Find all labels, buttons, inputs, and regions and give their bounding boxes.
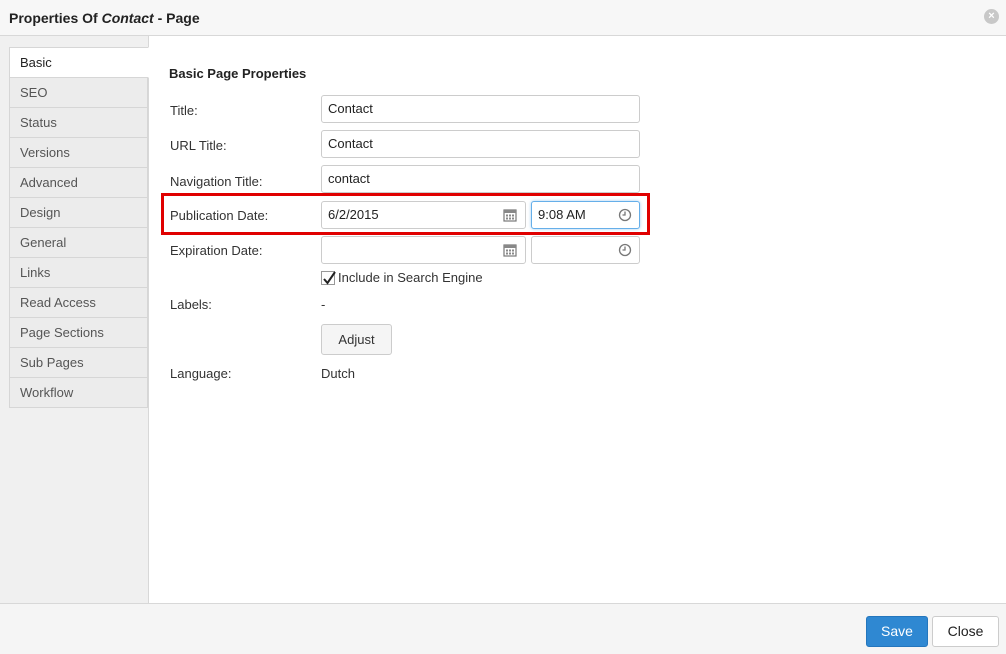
title-suffix: - Page — [153, 10, 200, 26]
section-title: Basic Page Properties — [169, 66, 307, 81]
search-engine-label[interactable]: Include in Search Engine — [338, 270, 483, 285]
search-engine-checkbox[interactable] — [321, 271, 336, 285]
tab-general[interactable]: General — [9, 228, 148, 258]
publication-date-highlight — [161, 193, 650, 235]
navigation-title-label: Navigation Title: — [170, 174, 263, 189]
title-prefix: Properties Of — [9, 10, 102, 26]
title-input[interactable]: Contact — [321, 95, 640, 123]
labels-label: Labels: — [170, 297, 212, 312]
dialog-titlebar: Properties Of Contact - Page × — [0, 0, 1006, 36]
tab-status[interactable]: Status — [9, 108, 148, 138]
tab-read-access[interactable]: Read Access — [9, 288, 148, 318]
tab-basic[interactable]: Basic — [9, 47, 149, 78]
expiration-date-field[interactable] — [321, 236, 526, 264]
tab-links[interactable]: Links — [9, 258, 148, 288]
checkmark-icon — [323, 271, 336, 285]
tab-seo[interactable]: SEO — [9, 78, 148, 108]
calendar-icon[interactable] — [503, 243, 517, 257]
url-title-input[interactable]: Contact — [321, 130, 640, 158]
sidebar-tabs: Basic SEO Status Versions Advanced Desig… — [9, 47, 149, 408]
title-label: Title: — [170, 103, 198, 118]
sidebar: Basic SEO Status Versions Advanced Desig… — [0, 36, 149, 603]
tab-sub-pages[interactable]: Sub Pages — [9, 348, 148, 378]
tab-workflow[interactable]: Workflow — [9, 378, 148, 408]
dialog-title: Properties Of Contact - Page — [9, 10, 200, 26]
expiration-time-field[interactable] — [531, 236, 640, 264]
close-button[interactable]: Close — [932, 616, 999, 647]
tab-versions[interactable]: Versions — [9, 138, 148, 168]
tab-design[interactable]: Design — [9, 198, 148, 228]
labels-value: - — [321, 297, 326, 312]
dialog-footer: Save Close — [0, 603, 1006, 654]
main-panel: Basic Page Properties Title: Contact URL… — [149, 36, 1006, 603]
save-button[interactable]: Save — [866, 616, 928, 647]
navigation-title-input[interactable]: contact — [321, 165, 640, 193]
adjust-button[interactable]: Adjust — [321, 324, 392, 355]
clock-icon[interactable] — [618, 243, 632, 257]
close-icon[interactable]: × — [984, 9, 999, 24]
title-object-name: Contact — [101, 10, 154, 26]
language-value: Dutch — [321, 366, 355, 381]
tab-advanced[interactable]: Advanced — [9, 168, 148, 198]
tab-page-sections[interactable]: Page Sections — [9, 318, 148, 348]
language-label: Language: — [170, 366, 232, 381]
url-title-label: URL Title: — [170, 138, 227, 153]
expiration-date-label: Expiration Date: — [170, 243, 263, 258]
